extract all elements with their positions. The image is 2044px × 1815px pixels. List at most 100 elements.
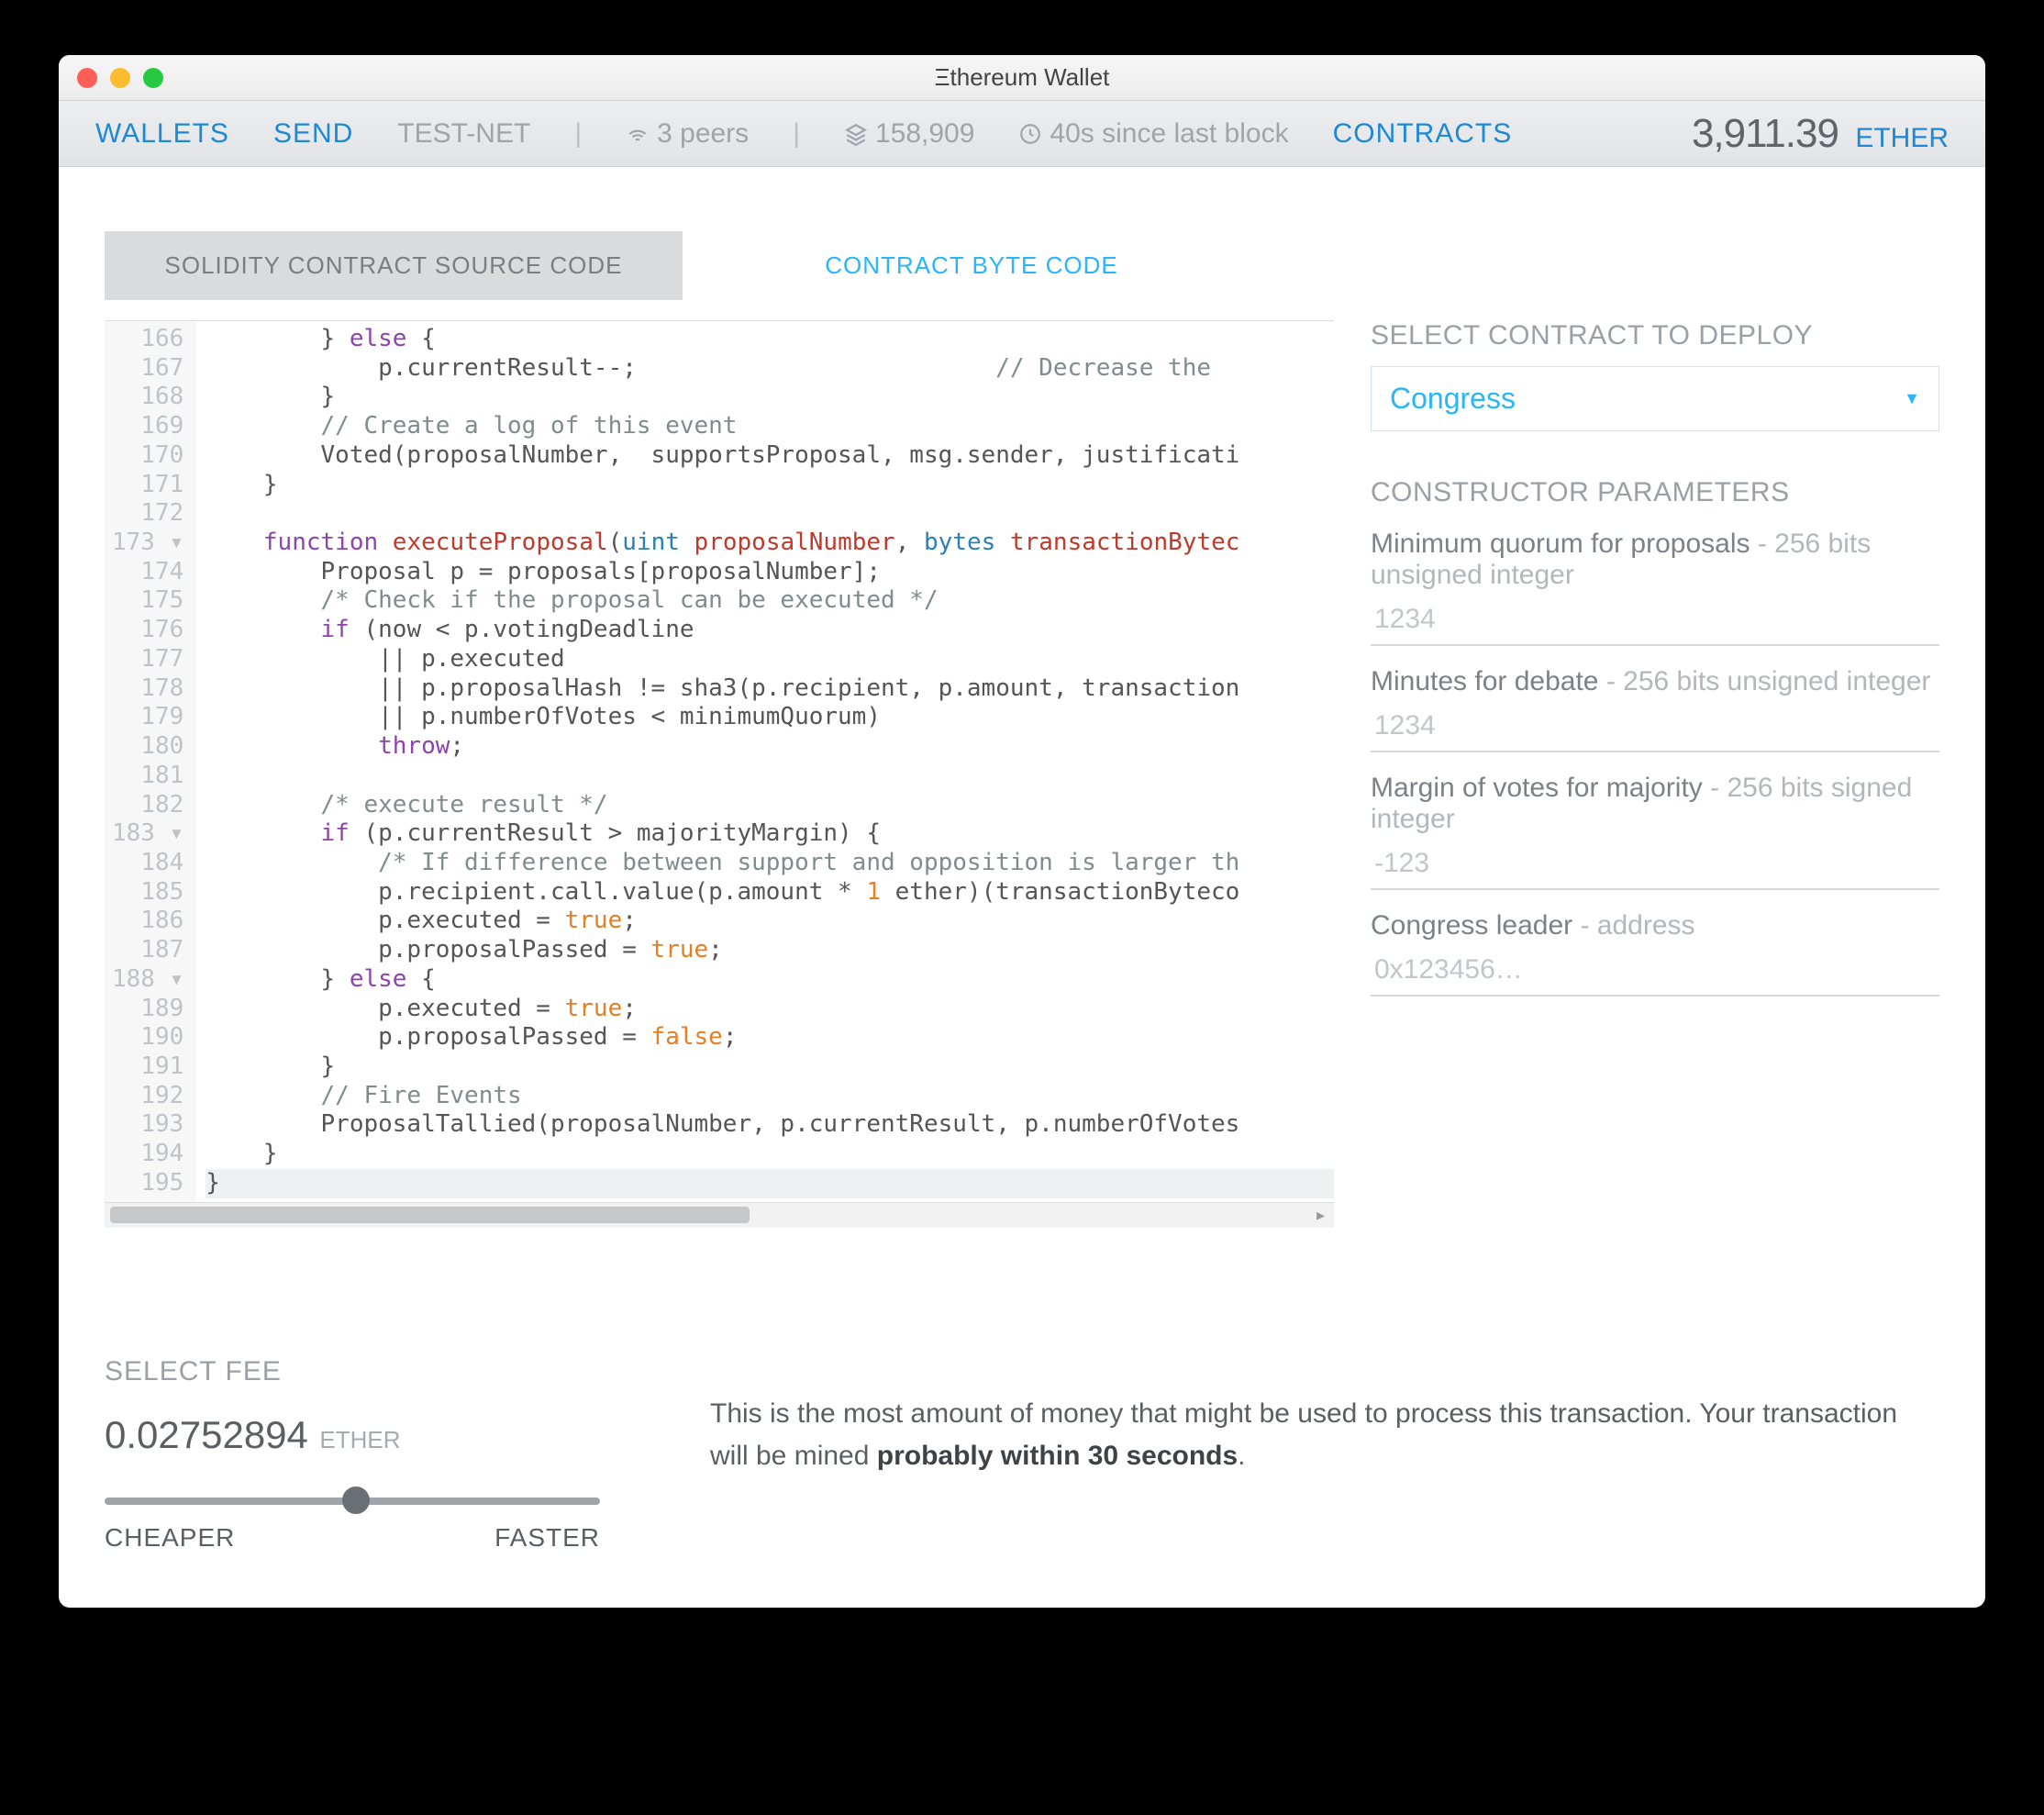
code-line[interactable]: p.proposalPassed = true; — [206, 936, 1334, 965]
line-number: 192 — [112, 1082, 183, 1111]
line-number: 173 ▾ — [112, 529, 183, 558]
line-number: 188 ▾ — [112, 965, 183, 995]
line-number: 167 — [112, 354, 183, 384]
code-line[interactable]: p.recipient.call.value(p.amount * 1 ethe… — [206, 878, 1334, 908]
scrollbar-thumb[interactable] — [110, 1207, 750, 1223]
line-number: 166 — [112, 325, 183, 354]
code-line[interactable]: || p.numberOfVotes < minimumQuorum) — [206, 703, 1334, 732]
fee-slider[interactable] — [105, 1498, 600, 1505]
deploy-header: SELECT CONTRACT TO DEPLOY — [1371, 320, 1939, 351]
nav-contracts[interactable]: CONTRACTS — [1333, 118, 1513, 150]
line-number: 193 — [112, 1110, 183, 1140]
line-number: 189 — [112, 995, 183, 1024]
line-number: 183 ▾ — [112, 819, 183, 849]
nav-wallets[interactable]: WALLETS — [95, 118, 229, 150]
scroll-right-icon[interactable]: ▸ — [1307, 1206, 1334, 1225]
code-line[interactable]: } — [206, 1140, 1334, 1169]
code-line[interactable]: p.currentResult--; // Decrease the — [206, 354, 1334, 384]
code-line[interactable]: throw; — [206, 732, 1334, 762]
balance: 3,911.39 ETHER — [1692, 111, 1949, 157]
code-line[interactable] — [206, 499, 1334, 529]
line-number: 181 — [112, 762, 183, 791]
line-number: 169 — [112, 412, 183, 441]
nav-send[interactable]: SEND — [273, 118, 353, 150]
code-line[interactable]: } — [206, 1169, 1334, 1198]
editor-hscrollbar[interactable]: ▸ — [105, 1202, 1334, 1228]
code-editor[interactable]: 166167168169170171172173 ▾17417517617717… — [105, 320, 1334, 1228]
line-number: 184 — [112, 849, 183, 878]
fee-header: SELECT FEE — [105, 1356, 600, 1387]
line-number: 176 — [112, 616, 183, 645]
code-line[interactable]: p.proposalPassed = false; — [206, 1023, 1334, 1052]
code-line[interactable]: function executeProposal(uint proposalNu… — [206, 529, 1334, 558]
code-line[interactable]: /* If difference between support and opp… — [206, 849, 1334, 878]
code-line[interactable]: // Fire Events — [206, 1082, 1334, 1111]
layers-icon — [844, 122, 868, 146]
line-number: 185 — [112, 878, 183, 908]
line-number: 179 — [112, 703, 183, 732]
fee-description: This is the most amount of money that mi… — [710, 1356, 1939, 1478]
window-title: Ξthereum Wallet — [59, 63, 1985, 92]
code-line[interactable]: if (now < p.votingDeadline — [206, 616, 1334, 645]
param-input-2[interactable] — [1371, 835, 1939, 890]
param-label: Minutes for debate - 256 bits unsigned i… — [1371, 666, 1939, 697]
code-line[interactable]: /* Check if the proposal can be executed… — [206, 586, 1334, 616]
line-number: 172 — [112, 499, 183, 529]
code-tabs: SOLIDITY CONTRACT SOURCE CODE CONTRACT B… — [105, 231, 1261, 300]
line-number: 191 — [112, 1052, 183, 1082]
fee-amount: 0.02752894 — [105, 1413, 308, 1456]
tab-source[interactable]: SOLIDITY CONTRACT SOURCE CODE — [105, 231, 683, 300]
code-line[interactable]: || p.proposalHash != sha3(p.recipient, p… — [206, 674, 1334, 704]
toolbar: WALLETS SEND TEST-NET | 3 peers | 158,90… — [59, 101, 1985, 167]
code-line[interactable]: } else { — [206, 965, 1334, 995]
code-line[interactable]: Voted(proposalNumber, supportsProposal, … — [206, 441, 1334, 471]
line-number: 170 — [112, 441, 183, 471]
line-number: 178 — [112, 674, 183, 704]
titlebar: Ξthereum Wallet — [59, 55, 1985, 101]
app-window: Ξthereum Wallet WALLETS SEND TEST-NET | … — [59, 55, 1985, 1608]
line-number: 168 — [112, 383, 183, 412]
slider-label-faster: FASTER — [494, 1523, 600, 1553]
code-line[interactable]: } else { — [206, 325, 1334, 354]
param-label: Minimum quorum for proposals - 256 bits … — [1371, 529, 1939, 591]
code-line[interactable]: || p.executed — [206, 645, 1334, 674]
deploy-panel: SELECT CONTRACT TO DEPLOY Congress ▼ CON… — [1371, 320, 1939, 1228]
contract-select[interactable]: Congress ▼ — [1371, 366, 1939, 431]
fee-unit: ETHER — [319, 1426, 400, 1453]
param-label: Margin of votes for majority - 256 bits … — [1371, 773, 1939, 835]
wifi-icon — [626, 122, 650, 146]
line-number: 175 — [112, 586, 183, 616]
line-number: 182 — [112, 791, 183, 820]
line-number: 171 — [112, 471, 183, 500]
params-header: CONSTRUCTOR PARAMETERS — [1371, 477, 1939, 508]
code-line[interactable]: ProposalTallied(proposalNumber, p.curren… — [206, 1110, 1334, 1140]
param-input-0[interactable] — [1371, 591, 1939, 646]
param-input-1[interactable] — [1371, 697, 1939, 752]
code-line[interactable]: } — [206, 383, 1334, 412]
code-line[interactable]: // Create a log of this event — [206, 412, 1334, 441]
param-label: Congress leader - address — [1371, 910, 1939, 941]
code-line[interactable]: Proposal p = proposals[proposalNumber]; — [206, 558, 1334, 587]
line-number: 174 — [112, 558, 183, 587]
code-line[interactable]: p.executed = true; — [206, 995, 1334, 1024]
lastblock-stat: 40s since last block — [1018, 118, 1288, 150]
slider-thumb[interactable] — [342, 1487, 370, 1514]
line-number: 177 — [112, 645, 183, 674]
line-number: 180 — [112, 732, 183, 762]
code-line[interactable]: } — [206, 1052, 1334, 1082]
code-line[interactable] — [206, 762, 1334, 791]
line-number: 194 — [112, 1140, 183, 1169]
fee-panel: SELECT FEE 0.02752894 ETHER CHEAPER FAST… — [105, 1356, 600, 1553]
code-line[interactable]: p.executed = true; — [206, 907, 1334, 936]
slider-label-cheaper: CHEAPER — [105, 1523, 235, 1553]
chevron-down-icon: ▼ — [1904, 389, 1920, 408]
blocks-stat: 158,909 — [844, 118, 974, 150]
peers-stat: 3 peers — [626, 118, 749, 150]
code-line[interactable]: /* execute result */ — [206, 791, 1334, 820]
code-line[interactable]: if (p.currentResult > majorityMargin) { — [206, 819, 1334, 849]
line-number: 187 — [112, 936, 183, 965]
clock-icon — [1018, 122, 1042, 146]
tab-bytecode[interactable]: CONTRACT BYTE CODE — [683, 231, 1261, 300]
code-line[interactable]: } — [206, 471, 1334, 500]
param-input-3[interactable] — [1371, 941, 1939, 997]
